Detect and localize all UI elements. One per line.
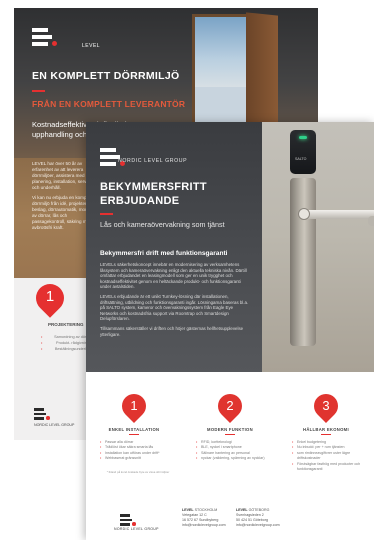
feature-title-rule: [321, 434, 331, 436]
address-city: GÖTEBORG: [248, 508, 270, 512]
front-page-title: BEKYMMERSFRITT ERBJUDANDE: [100, 180, 250, 208]
feature-list: Passar alla dörrar Trådlöst ökar säkra s…: [100, 440, 180, 462]
nordic-level-logo-icon: [120, 514, 136, 526]
reader-status-light: [299, 136, 307, 139]
list-item: Förutsägbar fasthög med producter och fu…: [292, 462, 372, 473]
door-handle-end-image: [368, 216, 374, 226]
feature-list: Enkel budgetering Nu inbudd: per + rum t…: [292, 440, 372, 472]
list-item: som rimlinneavgiftvrer uster lägre drift…: [292, 451, 372, 462]
front-body-paragraph: Tillsammans säkerställer vi driften och …: [100, 325, 244, 337]
address-email: info@nordiclevelgroup.com: [182, 523, 226, 527]
feature-number: 2: [226, 398, 234, 413]
back-feature-number: 1: [45, 288, 55, 305]
handle-rose-image: [298, 208, 310, 220]
front-title-line: ERBJUDANDE: [100, 195, 180, 207]
back-title-rule: [32, 90, 45, 92]
feature-number: 1: [130, 398, 138, 413]
address-company: LEVEL: [236, 508, 248, 512]
address-block-goteborg: LEVEL GÖTEBORG Svenhagsleden 2 50 424 51…: [236, 508, 280, 528]
front-body-paragraph: LEVELs säkerhetskoncept innebär en moder…: [100, 262, 247, 290]
front-body-paragraph: LEVELs erbjudande är ett unikt Turnkey-l…: [100, 293, 249, 322]
front-title-line: BEKYMMERSFRITT: [100, 181, 207, 193]
feature-title: HÅLLBAR EKONOMI: [303, 427, 349, 432]
lock-escutcheon-image: [290, 178, 316, 346]
feature-title-rule: [129, 434, 139, 436]
list-item: nyckar (validering, spärrning av nycklar…: [196, 456, 276, 462]
address-city: STOCKHOLM: [194, 508, 218, 512]
footer-logo-text: NORDIC LEVEL GROUP: [114, 527, 159, 531]
back-footer-logo-text: NORDIC LEVEL GROUP: [34, 423, 75, 427]
level-logo-icon: [32, 28, 57, 46]
back-page-subtitle: FRÅN EN KOMPLETT LEVERANTÖR: [32, 99, 186, 109]
feature-list: RFID, kortteknologi BLE, nyckel i smartp…: [196, 440, 276, 462]
back-feature-title: PROJEKTERING: [48, 322, 84, 327]
address-company: LEVEL: [182, 508, 194, 512]
address-email: info@nordiclevelgroup.com: [236, 523, 280, 527]
door-handle-image: [303, 210, 374, 219]
feature-number: 3: [322, 398, 330, 413]
feature-title: MODERN FUNKTION: [207, 427, 253, 432]
front-logo-text: NORDIC LEVEL GROUP: [118, 158, 188, 164]
front-title-rule: [100, 213, 113, 215]
front-page-tagline: Lås och kameraövervakning som tjänst: [100, 220, 225, 229]
front-page-body: LEVELs säkerhetskoncept innebär en moder…: [100, 262, 252, 341]
feature-columns: 1 ENKEL INSTALLATION Passar alla dörrar …: [86, 389, 374, 496]
feature-title-rule: [225, 434, 235, 436]
front-brochure-page: SALTO NORDIC LEVEL GROUP BEKYMMERSFRITT …: [86, 122, 374, 540]
door-lock-photo: SALTO: [262, 122, 374, 372]
back-logo-text: LEVEL: [82, 43, 101, 49]
level-logo-icon: [34, 408, 50, 420]
card-reader-image: SALTO: [290, 130, 316, 174]
front-section-heading: Bekymmersfri drift med funktionsgaranti: [100, 250, 228, 257]
reader-brand-label: SALTO: [295, 157, 307, 161]
front-footer: NORDIC LEVEL GROUP LEVEL STOCKHOLM Veteg…: [86, 500, 374, 540]
feature-footnote: * Ibland på kund önskade byte av vissa d…: [106, 470, 170, 474]
back-page-title: EN KOMPLETT DÖRRMILJÖ: [32, 70, 180, 82]
list-item: Webbaserat gränssnitt: [100, 456, 180, 462]
feature-title: ENKEL INSTALLATION: [108, 427, 160, 432]
address-block-stockholm: LEVEL STOCKHOLM Vetegatan 12 C 16 572 67…: [182, 508, 226, 528]
